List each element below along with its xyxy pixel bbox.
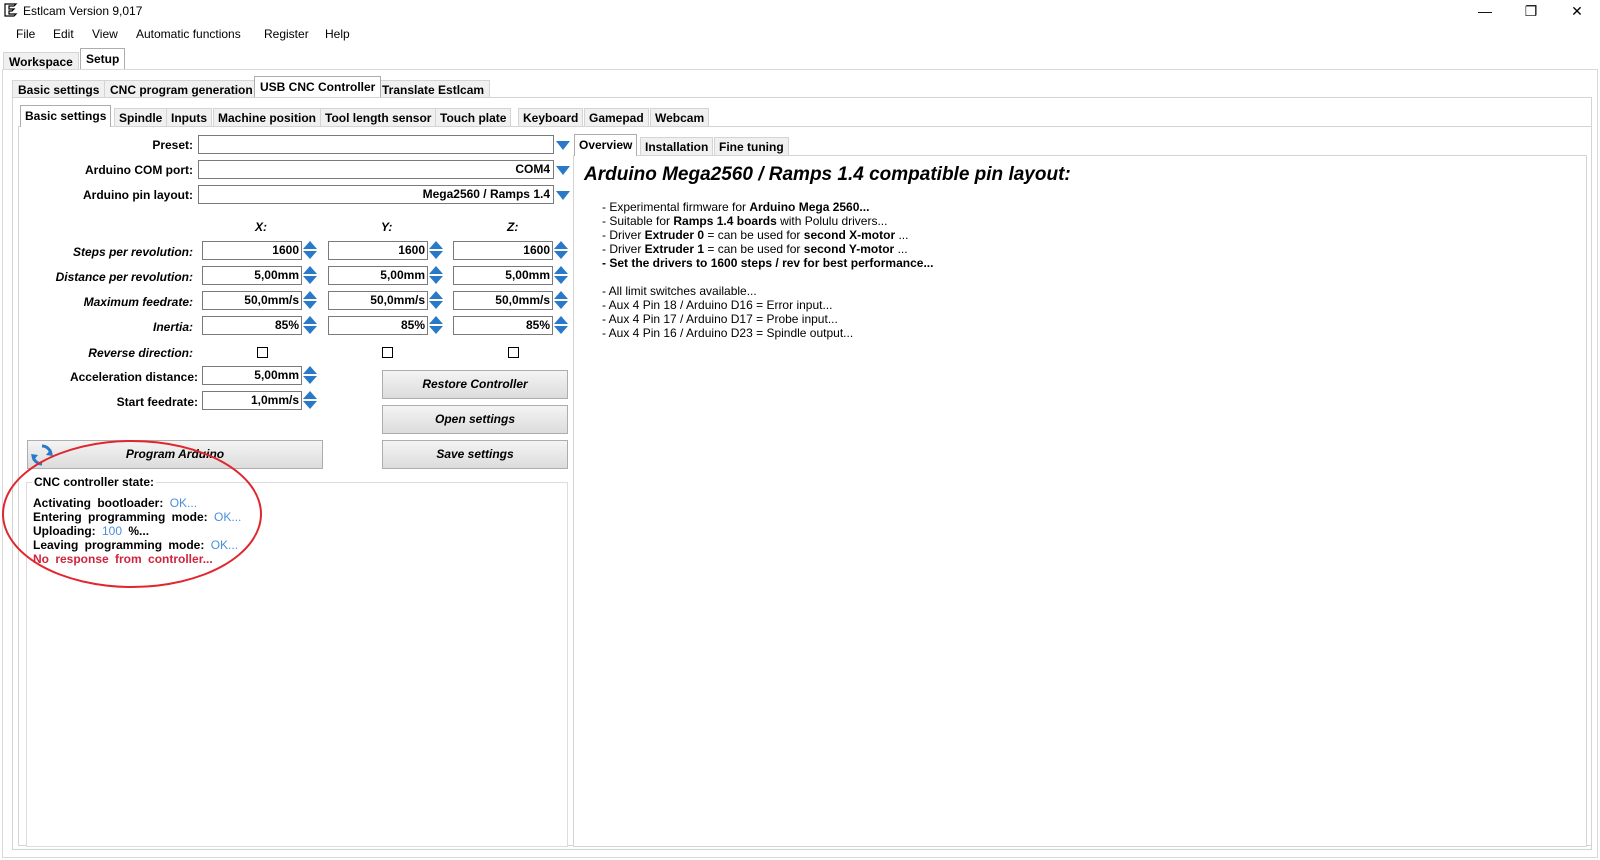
tab-touch-plate[interactable]: Touch plate	[435, 108, 512, 127]
com-port-label: Arduino COM port:	[85, 163, 193, 177]
overview-line: - Driver Extruder 0 = can be used for se…	[602, 228, 909, 242]
restore-controller-button[interactable]: Restore Controller	[382, 370, 568, 399]
tab-inputs[interactable]: Inputs	[166, 108, 212, 127]
com-port-dropdown-icon[interactable]	[556, 166, 570, 175]
estlcam-e-icon	[4, 3, 18, 17]
start-feedrate-spinner-icon[interactable]	[303, 391, 318, 410]
tab-overview[interactable]: Overview	[574, 134, 638, 156]
menu-edit[interactable]: Edit	[53, 27, 74, 41]
tab-gamepad[interactable]: Gamepad	[584, 108, 649, 127]
distance-z-spinner-icon[interactable]	[554, 266, 569, 285]
start-feedrate-field[interactable]: 1,0mm/s	[202, 391, 302, 410]
tab-controller-basic-settings[interactable]: Basic settings	[20, 105, 112, 127]
distance-per-revolution-label: Distance per revolution:	[55, 270, 193, 284]
overview-text: - Experimental firmware for Arduino Mega…	[602, 200, 933, 340]
steps-z-spinner-icon[interactable]	[554, 241, 569, 260]
feedrate-z-spinner-icon[interactable]	[554, 291, 569, 310]
feedrate-y-field[interactable]: 50,0mm/s	[328, 291, 428, 310]
overview-line	[602, 270, 933, 284]
feedrate-x-field[interactable]: 50,0mm/s	[202, 291, 302, 310]
tab-translate-estlcam[interactable]: Translate Estlcam	[376, 80, 491, 98]
menu-register[interactable]: Register	[264, 27, 309, 41]
maximum-feedrate-label: Maximum feedrate:	[83, 295, 193, 309]
steps-x-field[interactable]: 1600	[202, 241, 302, 260]
tab-cnc-program-generation[interactable]: CNC program generation	[104, 80, 259, 98]
maximize-button[interactable]: ❐	[1508, 0, 1554, 22]
steps-per-revolution-label: Steps per revolution:	[72, 245, 193, 259]
reverse-z-checkbox[interactable]	[508, 347, 519, 358]
overview-line: - Set the drivers to 1600 steps / rev fo…	[602, 256, 934, 270]
start-feedrate-label: Start feedrate:	[116, 395, 198, 409]
close-button[interactable]: ✕	[1554, 0, 1600, 22]
save-settings-button[interactable]: Save settings	[382, 440, 568, 469]
axis-y-header: Y:	[381, 220, 393, 234]
inertia-label: Inertia:	[152, 320, 193, 334]
acceleration-distance-field[interactable]: 5,00mm	[202, 366, 302, 385]
overview-line: - Aux 4 Pin 16 / Arduino D23 = Spindle o…	[602, 326, 854, 340]
inertia-y-field[interactable]: 85%	[328, 316, 428, 335]
distance-x-field[interactable]: 5,00mm	[202, 266, 302, 285]
inertia-z-spinner-icon[interactable]	[554, 316, 569, 335]
inertia-x-spinner-icon[interactable]	[303, 316, 318, 335]
tab-fine-tuning[interactable]: Fine tuning	[714, 137, 789, 156]
menu-file[interactable]: File	[16, 27, 35, 41]
distance-y-spinner-icon[interactable]	[429, 266, 444, 285]
axis-z-header: Z:	[507, 220, 519, 234]
preset-label: Preset:	[152, 138, 193, 152]
tab-keyboard[interactable]: Keyboard	[518, 108, 584, 127]
overview-line: - Experimental firmware for Arduino Mega…	[602, 200, 870, 214]
acceleration-distance-label: Acceleration distance:	[69, 370, 198, 384]
pin-layout-select[interactable]: Mega2560 / Ramps 1.4	[198, 185, 554, 204]
preset-select[interactable]	[198, 135, 554, 154]
tab-webcam[interactable]: Webcam	[650, 108, 710, 127]
overview-line: - Suitable for Ramps 1.4 boards with Pol…	[602, 214, 888, 228]
preset-dropdown-icon[interactable]	[556, 141, 570, 150]
menu-automatic-functions[interactable]: Automatic functions	[136, 27, 241, 41]
acceleration-spinner-icon[interactable]	[303, 366, 318, 385]
steps-y-field[interactable]: 1600	[328, 241, 428, 260]
menu-view[interactable]: View	[92, 27, 118, 41]
tab-usb-cnc-controller[interactable]: USB CNC Controller	[254, 76, 382, 97]
distance-z-field[interactable]: 5,00mm	[453, 266, 553, 285]
overview-line: - Aux 4 Pin 17 / Arduino D17 = Probe inp…	[602, 312, 838, 326]
distance-y-field[interactable]: 5,00mm	[328, 266, 428, 285]
menu-help[interactable]: Help	[325, 27, 350, 41]
feedrate-x-spinner-icon[interactable]	[303, 291, 318, 310]
steps-z-field[interactable]: 1600	[453, 241, 553, 260]
pin-layout-dropdown-icon[interactable]	[556, 191, 570, 200]
tab-spindle[interactable]: Spindle	[114, 108, 168, 127]
tab-basic-settings[interactable]: Basic settings	[12, 80, 106, 98]
distance-x-spinner-icon[interactable]	[303, 266, 318, 285]
axis-x-header: X:	[255, 220, 267, 234]
overview-line: - All limit switches available...	[602, 284, 757, 298]
tab-machine-position[interactable]: Machine position	[213, 108, 322, 127]
overview-heading: Arduino Mega2560 / Ramps 1.4 compatible …	[584, 164, 1071, 185]
minimize-button[interactable]: —	[1462, 0, 1508, 22]
reverse-x-checkbox[interactable]	[257, 347, 268, 358]
tab-installation[interactable]: Installation	[640, 137, 714, 156]
open-settings-button[interactable]: Open settings	[382, 405, 568, 434]
reverse-direction-label: Reverse direction:	[88, 346, 193, 360]
feedrate-z-field[interactable]: 50,0mm/s	[453, 291, 553, 310]
annotation-circle	[2, 440, 262, 588]
reverse-y-checkbox[interactable]	[382, 347, 393, 358]
steps-x-spinner-icon[interactable]	[303, 241, 318, 260]
inertia-y-spinner-icon[interactable]	[429, 316, 444, 335]
window-title: Estlcam Version 9,017	[23, 4, 143, 18]
tab-setup[interactable]: Setup	[80, 48, 126, 69]
title-bar	[0, 0, 1600, 22]
inertia-z-field[interactable]: 85%	[453, 316, 553, 335]
inertia-x-field[interactable]: 85%	[202, 316, 302, 335]
tab-workspace[interactable]: Workspace	[3, 52, 79, 70]
overview-line: - Driver Extruder 1 = can be used for se…	[602, 242, 908, 256]
pin-layout-label: Arduino pin layout:	[83, 188, 193, 202]
feedrate-y-spinner-icon[interactable]	[429, 291, 444, 310]
com-port-select[interactable]: COM4	[198, 160, 554, 179]
steps-y-spinner-icon[interactable]	[429, 241, 444, 260]
tab-tool-length-sensor[interactable]: Tool length sensor	[320, 108, 437, 127]
overview-line: - Aux 4 Pin 18 / Arduino D16 = Error inp…	[602, 298, 833, 312]
